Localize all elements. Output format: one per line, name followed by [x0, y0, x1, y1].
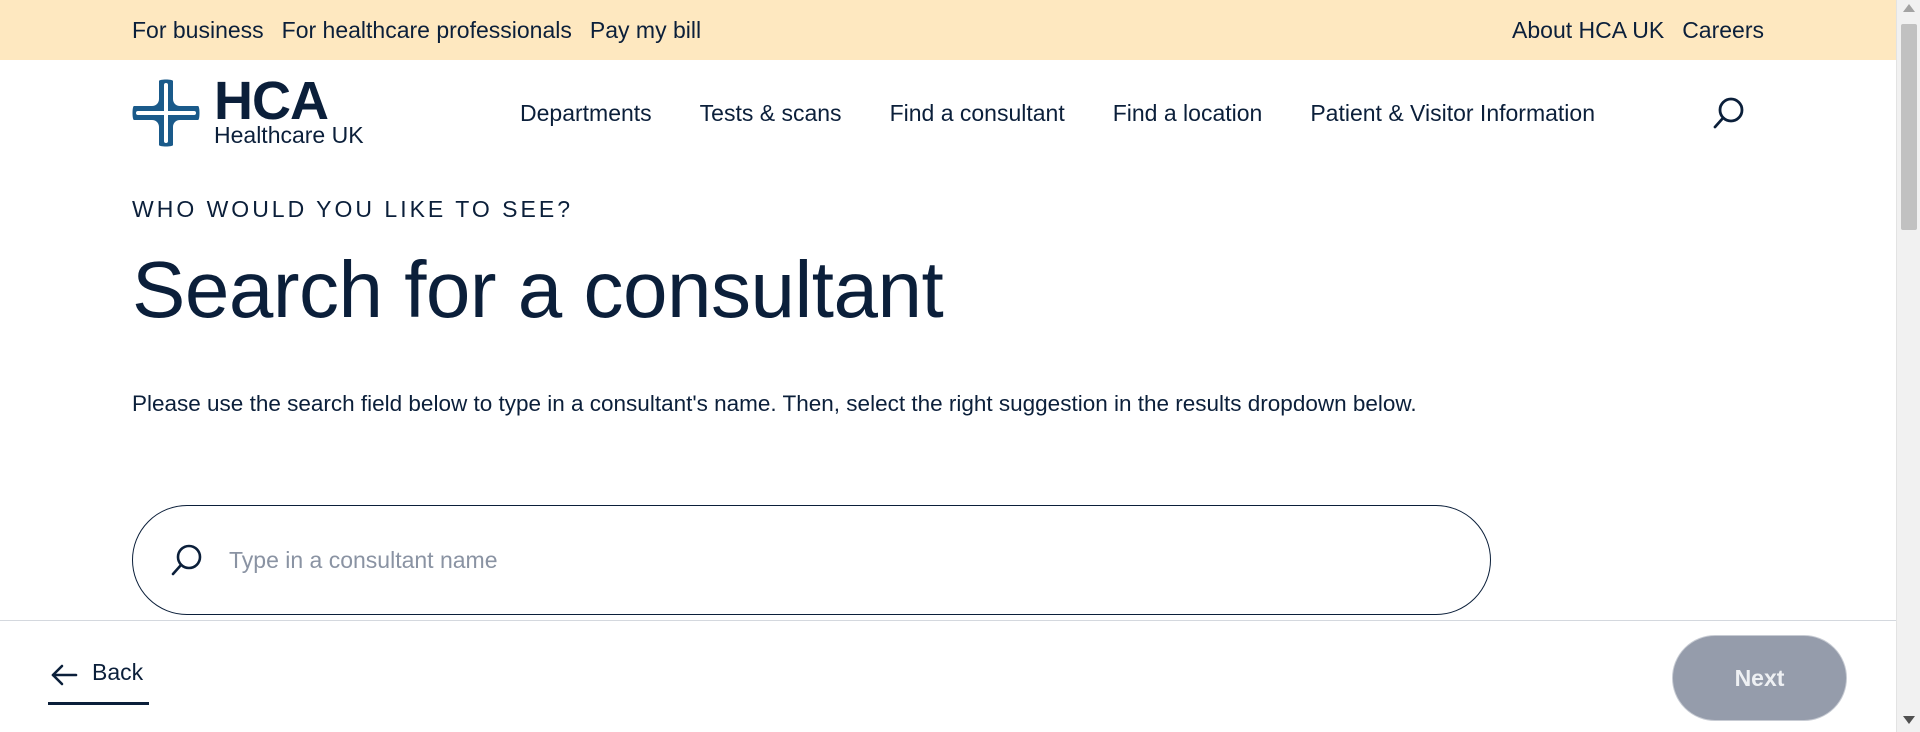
search-icon: [171, 544, 202, 576]
scrollbar-thumb[interactable]: [1901, 24, 1917, 230]
consultant-search-input[interactable]: [229, 536, 1429, 584]
intro-text: Please use the search field below to typ…: [132, 391, 1417, 416]
pay-my-bill-link[interactable]: Pay my bill: [590, 17, 701, 44]
vertical-scrollbar[interactable]: [1896, 0, 1920, 732]
for-business-link[interactable]: For business: [132, 17, 264, 44]
page-title: Search for a consultant: [132, 245, 944, 334]
consultant-search-box[interactable]: [132, 505, 1491, 615]
back-label: Back: [92, 659, 144, 685]
page: For business For healthcare professional…: [0, 0, 1896, 732]
nav-find-a-location[interactable]: Find a location: [1113, 100, 1263, 127]
hca-cross-logo-icon: [132, 79, 200, 147]
for-healthcare-professionals-link[interactable]: For healthcare professionals: [282, 17, 572, 44]
main-nav: Departments Tests & scans Find a consult…: [520, 60, 1643, 166]
hca-logo[interactable]: HCA Healthcare UK: [132, 71, 372, 148]
utility-bar: For business For healthcare professional…: [0, 0, 1896, 60]
nav-find-a-consultant[interactable]: Find a consultant: [890, 100, 1065, 127]
back-button[interactable]: Back: [48, 659, 150, 705]
logo-subtitle: Healthcare UK: [214, 122, 364, 148]
search-icon[interactable]: [1712, 96, 1746, 130]
eyebrow-heading: WHO WOULD YOU LIKE TO SEE?: [132, 196, 573, 222]
nav-tests-scans[interactable]: Tests & scans: [700, 100, 842, 127]
step-footer-bar: Back Next: [0, 620, 1896, 732]
nav-patient-visitor-information[interactable]: Patient & Visitor Information: [1310, 100, 1595, 127]
careers-link[interactable]: Careers: [1682, 17, 1764, 44]
scroll-up-arrow-icon[interactable]: [1903, 4, 1915, 12]
arrow-left-icon: [51, 664, 78, 686]
about-hca-uk-link[interactable]: About HCA UK: [1512, 17, 1664, 44]
scroll-down-arrow-icon[interactable]: [1903, 716, 1915, 724]
utility-nav-right: About HCA UK Careers: [1494, 0, 1764, 60]
site-header: HCA Healthcare UK Departments Tests & sc…: [0, 60, 1896, 170]
nav-departments[interactable]: Departments: [520, 100, 652, 127]
next-button[interactable]: Next: [1672, 635, 1847, 721]
utility-nav-left: For business For healthcare professional…: [132, 0, 719, 60]
